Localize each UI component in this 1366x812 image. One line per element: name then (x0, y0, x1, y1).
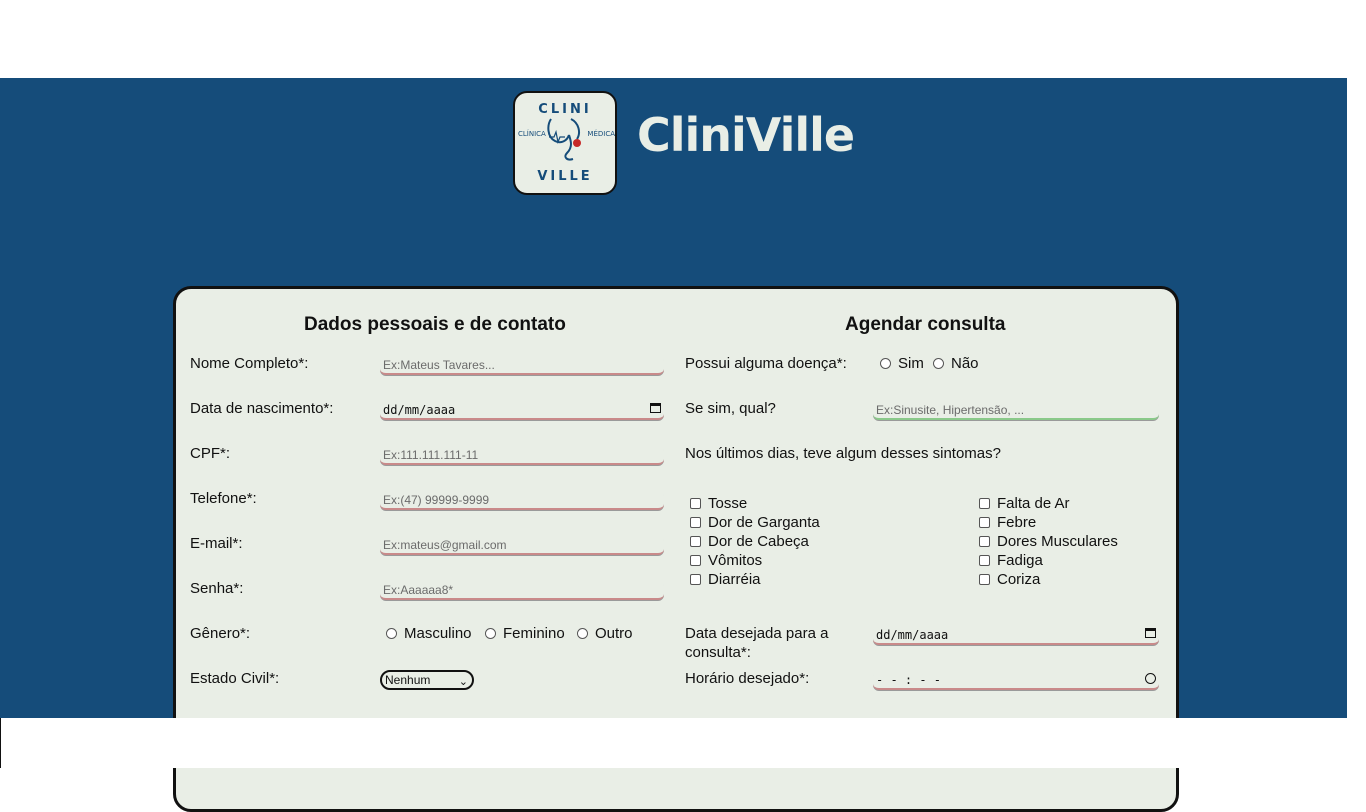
personal-data-heading: Dados pessoais e de contato (304, 314, 566, 335)
symptom-checkbox-tosse[interactable] (690, 498, 701, 509)
stethoscope-icon (547, 118, 581, 161)
desired-time-label: Horário desejado*: (685, 670, 810, 687)
calendar-icon[interactable] (1145, 628, 1156, 638)
desired-date-label-line2: consulta*: (685, 644, 751, 661)
symptom-checkbox-dor-garganta[interactable] (690, 517, 701, 528)
logo-text-left: CLÍNICA (518, 130, 546, 138)
calendar-icon[interactable] (650, 403, 661, 413)
disease-radio-sim[interactable] (880, 358, 891, 369)
symptom-checkbox-falta-ar[interactable] (979, 498, 990, 509)
viewport-bottom-cover (0, 718, 1366, 768)
symptom-label-dor-garganta: Dor de Garganta (708, 514, 820, 531)
symptom-label-tosse: Tosse (708, 495, 748, 512)
brand-name: CliniVille (637, 108, 855, 162)
name-label: Nome Completo*: (190, 355, 309, 372)
email-label: E-mail*: (190, 535, 243, 552)
phone-input[interactable]: Ex:(47) 99999-9999 (380, 490, 664, 510)
symptom-checkbox-fadiga[interactable] (979, 555, 990, 566)
disease-option-sim: Sim (898, 355, 924, 372)
birth-label: Data de nascimento*: (190, 400, 334, 417)
password-label: Senha*: (190, 580, 244, 597)
appointment-heading: Agendar consulta (845, 314, 1006, 335)
symptom-checkbox-diarreia[interactable] (690, 574, 701, 585)
phone-label: Telefone*: (190, 490, 257, 507)
civil-status-label: Estado Civil*: (190, 670, 280, 687)
symptom-checkbox-coriza[interactable] (979, 574, 990, 585)
desired-date-value: dd/mm/aaaa (876, 628, 949, 642)
birth-date-input[interactable]: dd/mm/aaaa (380, 400, 664, 420)
gender-option-outro: Outro (595, 625, 633, 642)
symptom-label-febre: Febre (997, 514, 1037, 531)
symptom-label-fadiga: Fadiga (997, 552, 1043, 569)
symptom-checkbox-febre[interactable] (979, 517, 990, 528)
logo-text-right: MÉDICA (587, 130, 615, 138)
name-input[interactable]: Ex:Mateus Tavares... (380, 355, 664, 375)
clinic-logo: CLINI CLÍNICA MÉDICA VILLE (513, 91, 617, 195)
which-disease-label: Se sim, qual? (685, 400, 776, 417)
gender-radio-masculino[interactable] (386, 628, 397, 639)
password-input[interactable]: Ex:Aaaaaa8* (380, 580, 664, 600)
symptom-checkbox-dores-musculares[interactable] (979, 536, 990, 547)
disease-label: Possui alguma doença*: (685, 355, 847, 372)
logo-text-bottom: VILLE (537, 169, 593, 184)
clock-icon[interactable] (1145, 673, 1156, 684)
gender-radio-feminino[interactable] (485, 628, 496, 639)
desired-date-label-line1: Data desejada para a (685, 625, 829, 642)
which-disease-input[interactable]: Ex:Sinusite, Hipertensão, ... (873, 400, 1159, 420)
symptom-label-dor-cabeca: Dor de Cabeça (708, 533, 809, 550)
symptom-checkbox-dor-cabeca[interactable] (690, 536, 701, 547)
civil-status-value: Nenhum (385, 673, 431, 687)
viewport-edge-line (0, 718, 1, 768)
desired-date-input[interactable]: dd/mm/aaaa (873, 625, 1159, 645)
gender-label: Gênero*: (190, 625, 251, 642)
desired-time-value: - - : - - (876, 673, 942, 687)
symptom-label-vomitos: Vômitos (708, 552, 763, 569)
chevron-down-icon: ⌄ (458, 676, 468, 688)
civil-status-select[interactable]: Nenhum ⌄ (380, 670, 474, 690)
disease-radio-nao[interactable] (933, 358, 944, 369)
gender-option-feminino: Feminino (503, 625, 565, 642)
symptom-checkbox-vomitos[interactable] (690, 555, 701, 566)
disease-option-nao: Não (951, 355, 979, 372)
symptom-label-diarreia: Diarréia (708, 571, 761, 588)
symptoms-question: Nos últimos dias, teve algum desses sint… (685, 445, 1001, 462)
gender-option-masculino: Masculino (404, 625, 472, 642)
page-gutter (1347, 78, 1366, 718)
cpf-input[interactable]: Ex:111.111.111-11 (380, 445, 664, 465)
gender-radio-outro[interactable] (577, 628, 588, 639)
cpf-label: CPF*: (190, 445, 231, 462)
symptom-label-dores-musculares: Dores Musculares (997, 533, 1118, 550)
symptom-label-coriza: Coriza (997, 571, 1041, 588)
birth-date-value: dd/mm/aaaa (383, 403, 456, 417)
desired-time-input[interactable]: - - : - - (873, 670, 1159, 690)
email-input[interactable]: Ex:mateus@gmail.com (380, 535, 664, 555)
symptom-label-falta-ar: Falta de Ar (997, 495, 1070, 512)
